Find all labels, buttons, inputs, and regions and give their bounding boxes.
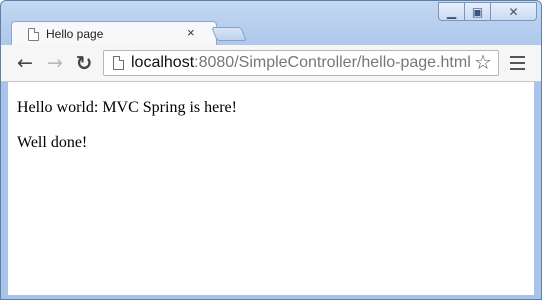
url-path: :8080/SimpleController/hello-page.html (194, 54, 471, 71)
maximize-button[interactable]: ▣ (465, 2, 491, 21)
browser-tab[interactable]: Hello page × (11, 21, 217, 47)
page-icon (28, 28, 39, 41)
tab-title: Hello page (46, 27, 104, 41)
page-text-line: Well done! (17, 134, 88, 151)
page-content: Hello world: MVC Spring is here! Well do… (8, 82, 534, 295)
tab-close-icon[interactable]: × (187, 25, 195, 40)
new-tab-button[interactable] (211, 27, 247, 41)
url-host: localhost (131, 54, 195, 71)
title-bar: ▁ ▣ ✕ Hello page × (1, 1, 541, 47)
page-text-line: Hello world: MVC Spring is here! (17, 99, 237, 116)
page-icon (113, 56, 124, 70)
reload-icon[interactable]: ↻ (72, 51, 96, 75)
browser-toolbar: ← → ↻ localhost:8080/SimpleController/he… (1, 45, 541, 82)
star-icon[interactable]: ☆ (474, 50, 492, 74)
browser-window: ▁ ▣ ✕ Hello page × ← → ↻ localhost:8080/… (0, 0, 542, 300)
forward-arrow-icon[interactable]: → (43, 52, 67, 74)
menu-icon[interactable] (510, 56, 525, 70)
close-window-button[interactable]: ✕ (491, 2, 537, 21)
back-arrow-icon[interactable]: ← (13, 52, 37, 74)
address-bar[interactable]: localhost:8080/SimpleController/hello-pa… (103, 50, 499, 76)
minimize-button[interactable]: ▁ (438, 2, 465, 21)
url-text[interactable]: localhost:8080/SimpleController/hello-pa… (131, 54, 471, 72)
